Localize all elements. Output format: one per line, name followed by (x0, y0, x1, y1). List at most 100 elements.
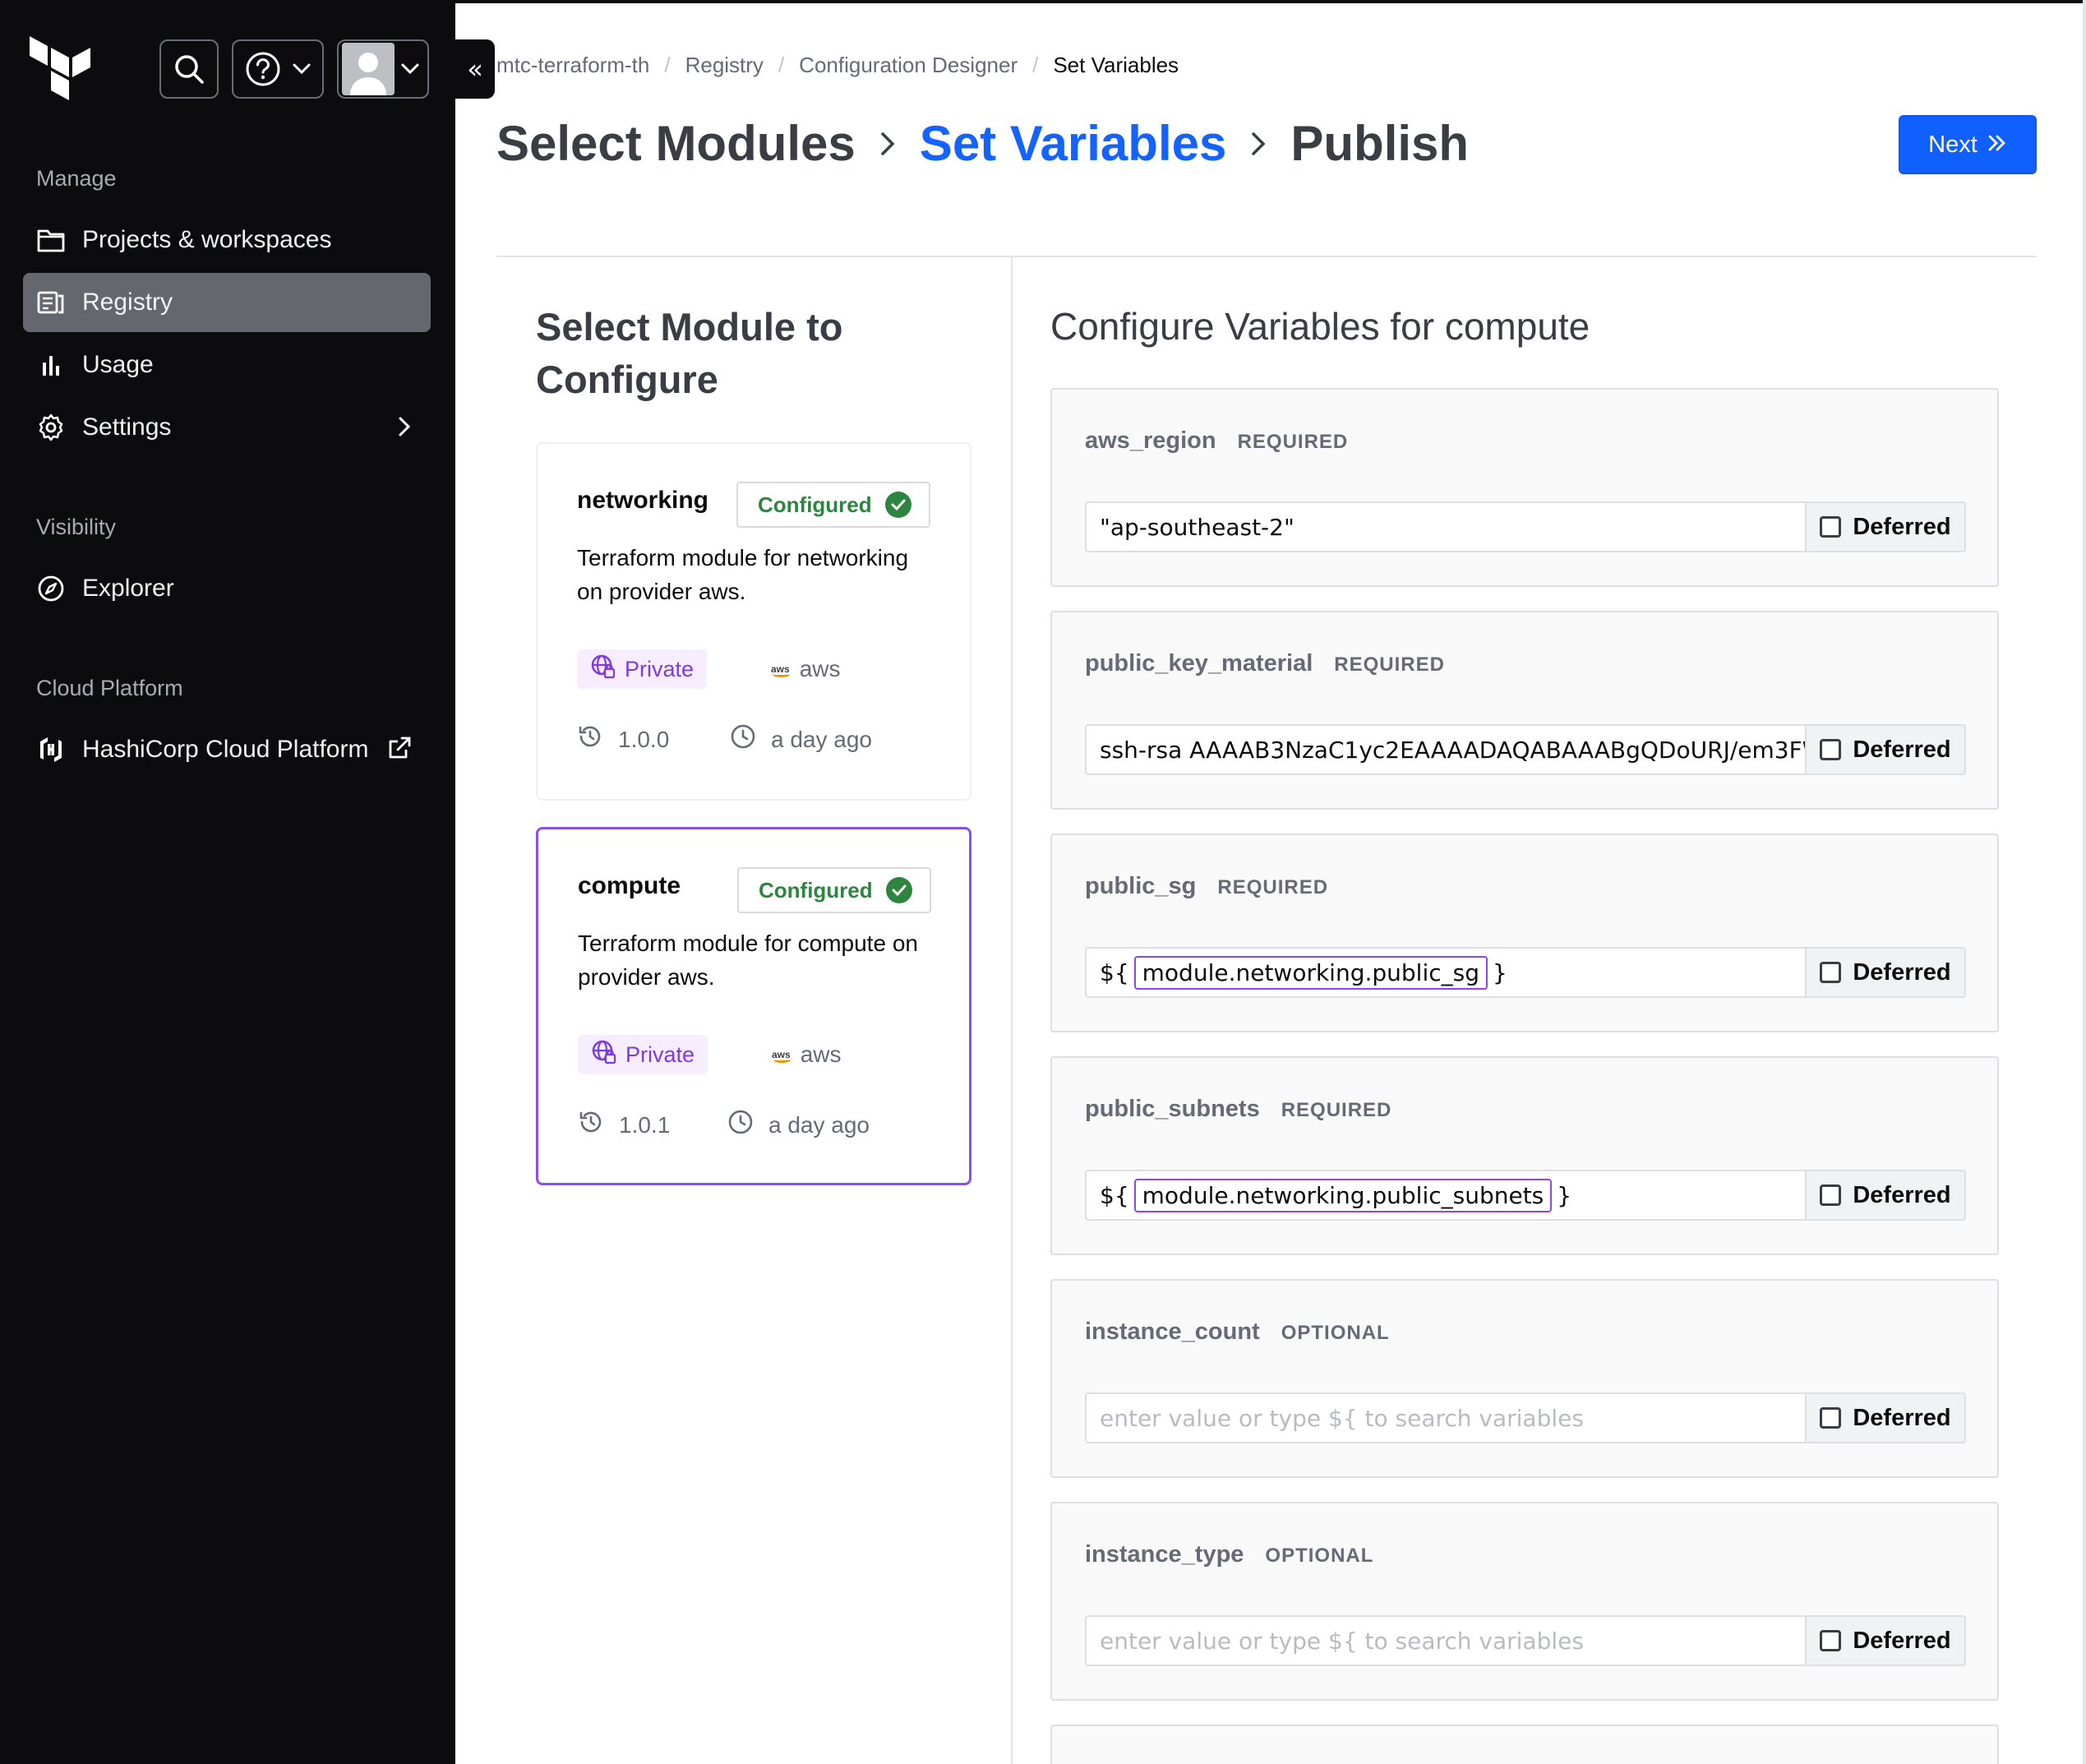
chevron-down-icon (293, 63, 311, 75)
right-border (2083, 0, 2086, 1764)
private-badge: Private (577, 649, 708, 689)
breadcrumb-designer[interactable]: Configuration Designer (799, 53, 1018, 78)
sidebar-item-registry[interactable]: Registry (23, 273, 431, 332)
variable-value-input[interactable]: enter value or type ${ to search variabl… (1085, 1615, 1807, 1666)
globe-lock-icon (590, 653, 616, 686)
header-divider (496, 256, 2037, 257)
terraform-logo[interactable] (30, 33, 95, 104)
collapse-sidebar-button[interactable]: « (455, 39, 495, 99)
checkbox[interactable] (1820, 1407, 1842, 1429)
deferred-label: Deferred (1853, 958, 1951, 986)
variable-value-input[interactable]: enter value or type ${ to search variabl… (1085, 1392, 1807, 1443)
sidebar-item-label: Usage (82, 351, 154, 378)
variable-value-input[interactable]: ssh-rsa AAAAB3NzaC1yc2EAAAADAQABAAABgQDo… (1085, 724, 1807, 775)
checkbox[interactable] (1820, 1184, 1842, 1206)
variable-reference-chip[interactable]: module.networking.public_subnets (1133, 1178, 1553, 1212)
module-card-networking[interactable]: networking Configured Terraform module f… (536, 442, 971, 801)
sidebar-item-label: Registry (82, 289, 173, 316)
module-name: networking (577, 487, 709, 514)
variable-card-instance-count: instance_count OPTIONAL enter value or t… (1050, 1279, 1999, 1478)
deferred-label: Deferred (1853, 736, 1951, 763)
breadcrumb-separator: / (664, 53, 671, 77)
provider-label: aws (800, 1041, 842, 1067)
column-divider (1011, 257, 1013, 1764)
visibility-label: Private (625, 1041, 695, 1067)
chevron-right-icon (1249, 129, 1267, 159)
provider: aws aws (772, 1041, 841, 1068)
variable-header: instance_count OPTIONAL (1085, 1318, 1390, 1346)
requirement-label: OPTIONAL (1265, 1545, 1374, 1567)
step-select-modules[interactable]: Select Modules (496, 115, 856, 172)
variable-card-instance-type: instance_type OPTIONAL enter value or ty… (1050, 1502, 1999, 1701)
variable-card-public-key-material: public_key_material REQUIRED ssh-rsa AAA… (1050, 611, 1999, 810)
avatar (342, 43, 395, 95)
chevron-right-icon (396, 413, 413, 447)
deferred-toggle[interactable]: Deferred (1805, 947, 1966, 998)
help-menu-button[interactable] (232, 39, 324, 99)
variable-header: aws_region REQUIRED (1085, 427, 1348, 455)
status-label: Configured (759, 877, 873, 903)
version-label: 1.0.0 (618, 726, 670, 752)
user-menu-button[interactable] (337, 39, 429, 99)
checkbox[interactable] (1820, 739, 1842, 760)
module-card-compute[interactable]: compute Configured Terraform module for … (536, 827, 971, 1185)
sidebar-item-explorer[interactable]: Explorer (23, 559, 431, 618)
sidebar-item-label: Projects & workspaces (82, 226, 332, 253)
step-publish[interactable]: Publish (1290, 115, 1469, 172)
input-placeholder: enter value or type ${ to search variabl… (1100, 1404, 1584, 1432)
variable-value-input[interactable]: ${ module.networking.public_subnets } (1085, 1170, 1807, 1221)
double-chevron-left-icon: « (467, 53, 483, 85)
next-button[interactable]: Next (1899, 115, 2037, 174)
checkbox[interactable] (1820, 1630, 1842, 1651)
step-set-variables[interactable]: Set Variables (920, 115, 1227, 172)
variable-name: instance_type (1085, 1541, 1244, 1568)
bar-chart-icon (36, 350, 66, 380)
input-placeholder: enter value or type ${ to search variabl… (1100, 1627, 1584, 1655)
variable-card-next (1050, 1725, 1999, 1764)
variable-card-public-subnets: public_subnets REQUIRED ${ module.networ… (1050, 1056, 1999, 1255)
updated-label: a day ago (771, 726, 872, 752)
variable-header: instance_type OPTIONAL (1085, 1541, 1373, 1568)
variable-header: public_subnets REQUIRED (1085, 1096, 1391, 1123)
deferred-toggle[interactable]: Deferred (1805, 1615, 1966, 1666)
checkbox[interactable] (1820, 962, 1842, 983)
help-icon (245, 51, 281, 87)
deferred-toggle[interactable]: Deferred (1805, 501, 1966, 552)
breadcrumb-current: Set Variables (1053, 53, 1179, 77)
external-link-icon (386, 735, 413, 768)
section-cloud-platform: Cloud Platform (36, 676, 183, 700)
module-version: 1.0.1 (578, 1109, 670, 1141)
sidebar-item-projects[interactable]: Projects & workspaces (23, 210, 431, 270)
variable-value-input[interactable]: ${ module.networking.public_sg } (1085, 947, 1807, 998)
variable-reference-chip[interactable]: module.networking.public_sg (1133, 955, 1488, 990)
module-description: Terraform module for networking on provi… (577, 545, 909, 604)
sidebar-item-hcp[interactable]: HashiCorp Cloud Platform (23, 720, 431, 779)
deferred-toggle[interactable]: Deferred (1805, 724, 1966, 775)
breadcrumb-registry[interactable]: Registry (685, 53, 764, 78)
variable-name: aws_region (1085, 427, 1216, 454)
requirement-label: REQUIRED (1281, 1099, 1392, 1121)
next-button-label: Next (1928, 131, 1978, 158)
search-button[interactable] (159, 39, 219, 99)
variable-value-input[interactable]: "ap-southeast-2" (1085, 501, 1807, 552)
interpolation-close: } (1493, 958, 1507, 986)
sidebar-item-usage[interactable]: Usage (23, 335, 431, 395)
breadcrumb-org[interactable]: mtc-terraform-th (496, 53, 649, 78)
breadcrumb-separator: / (1032, 53, 1039, 77)
provider: aws aws (771, 656, 840, 682)
sidebar-item-settings[interactable]: Settings (23, 398, 431, 457)
deferred-label: Deferred (1853, 1627, 1951, 1654)
deferred-toggle[interactable]: Deferred (1805, 1170, 1966, 1221)
deferred-label: Deferred (1853, 1404, 1951, 1431)
interpolation-open: ${ (1100, 958, 1129, 986)
variable-card-public-sg: public_sg REQUIRED ${ module.networking.… (1050, 834, 1999, 1032)
module-updated: a day ago (727, 1109, 870, 1141)
variable-header: public_sg REQUIRED (1085, 873, 1328, 900)
deferred-toggle[interactable]: Deferred (1805, 1392, 1966, 1443)
checkbox[interactable] (1820, 516, 1842, 538)
variable-name: instance_count (1085, 1318, 1260, 1345)
module-list-title: Select Module to Configure (536, 305, 843, 401)
requirement-label: REQUIRED (1334, 653, 1445, 676)
requirement-label: REQUIRED (1217, 876, 1329, 898)
sidebar: Manage Projects & workspaces Registry Us… (0, 0, 455, 1764)
